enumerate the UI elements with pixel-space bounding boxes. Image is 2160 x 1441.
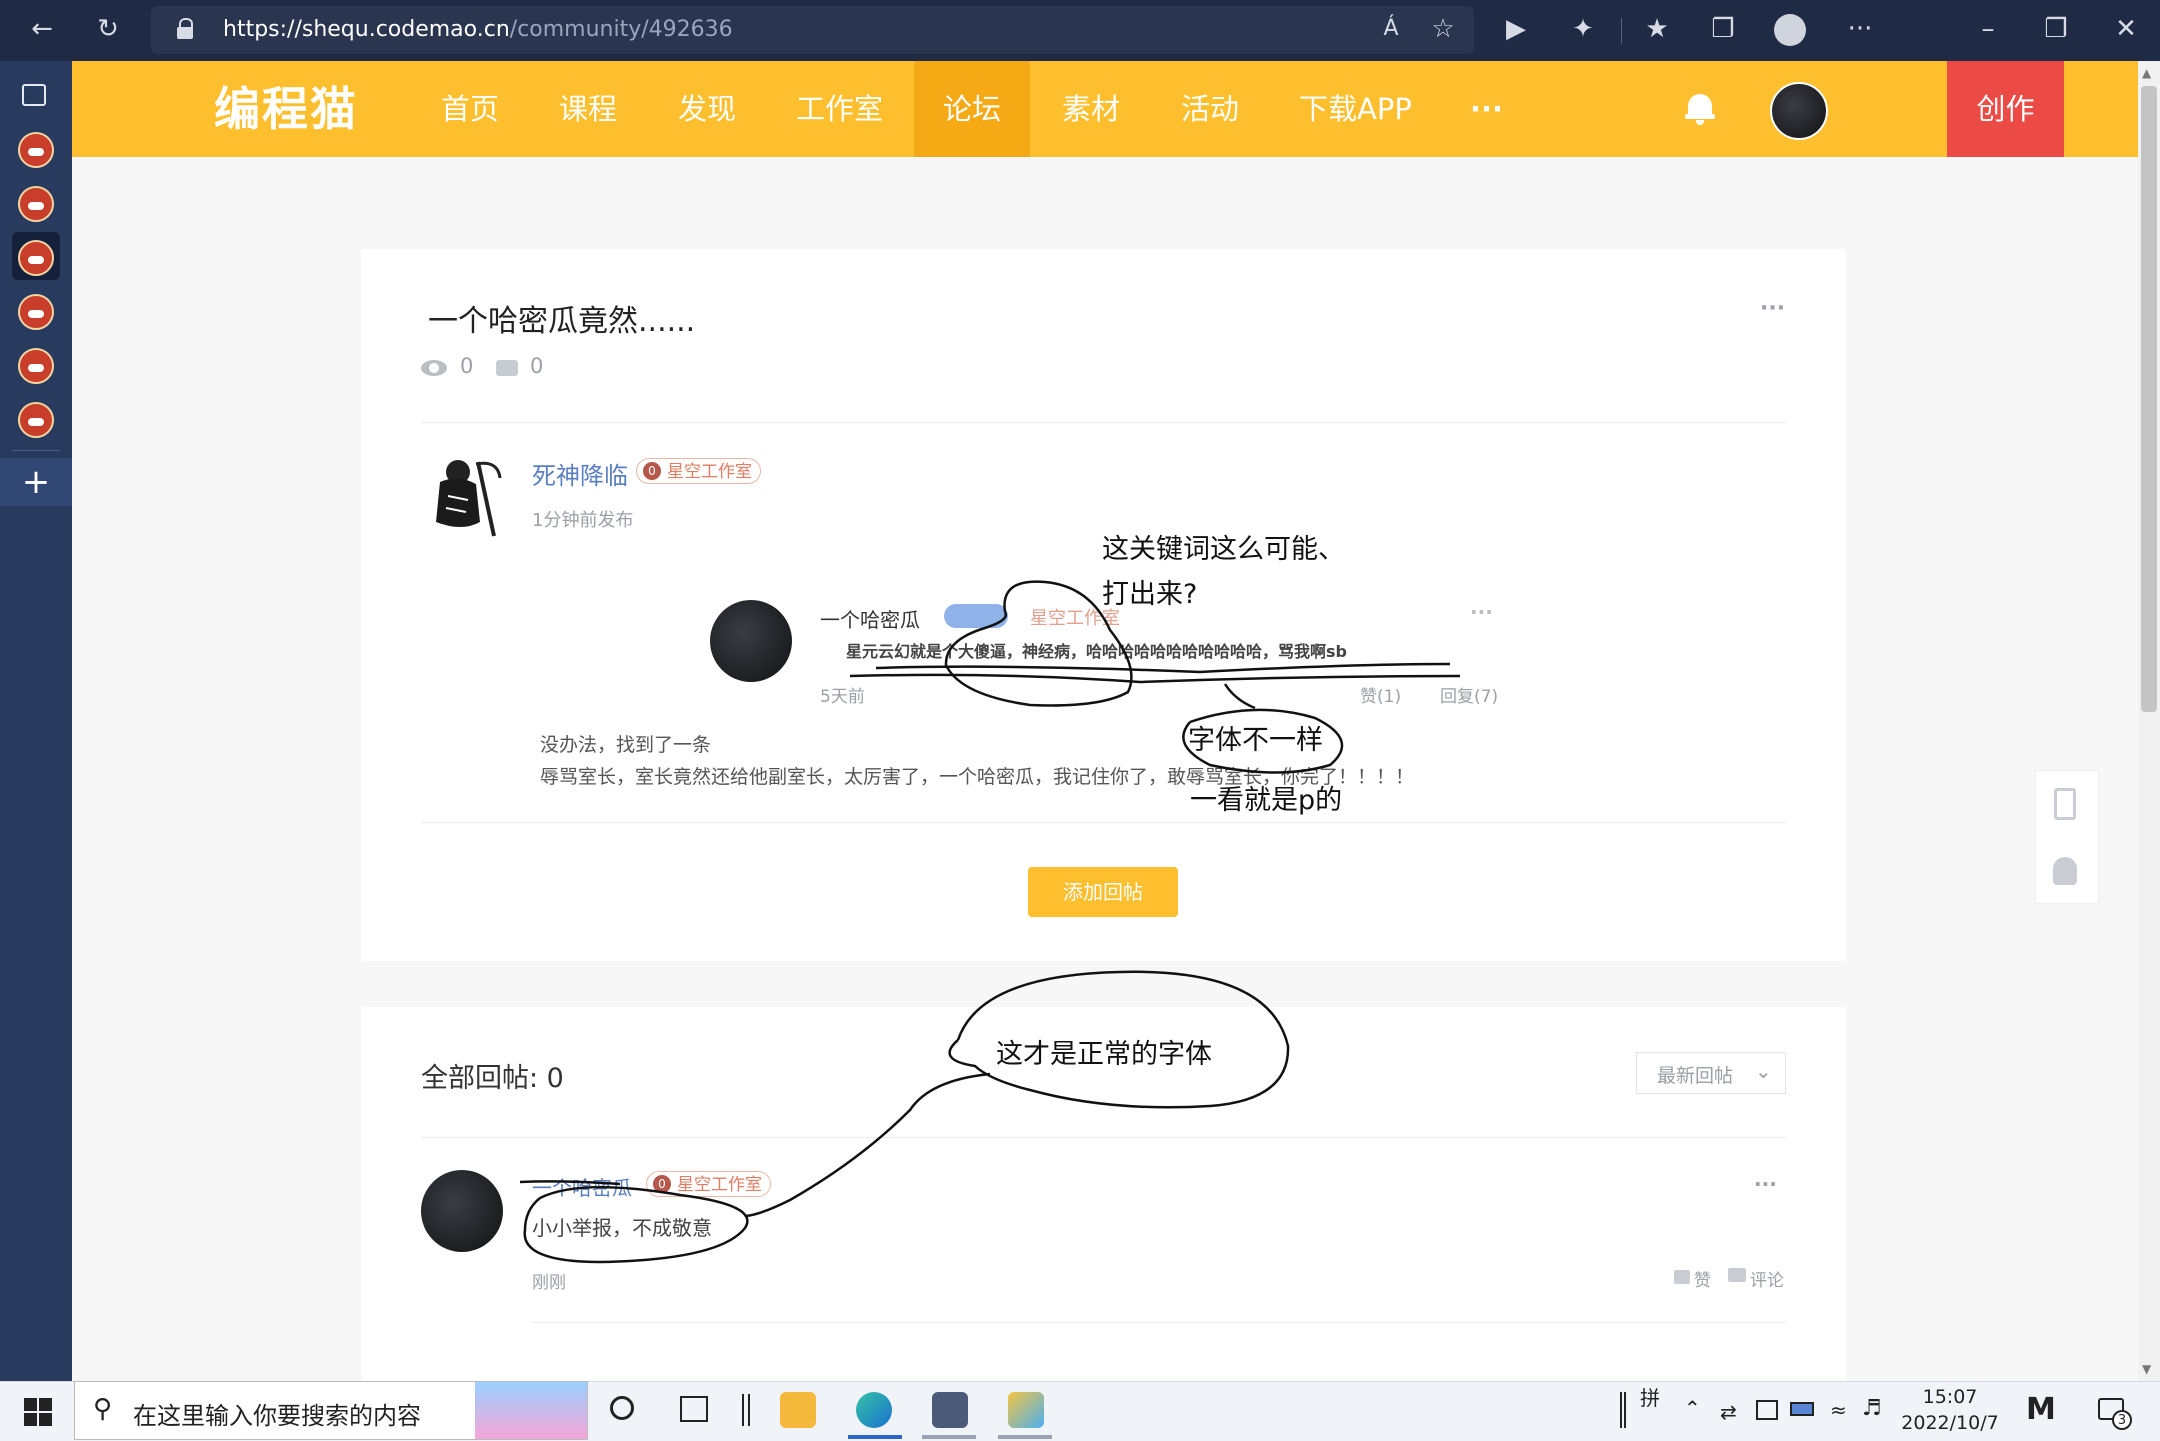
cortana-icon[interactable] (610, 1396, 634, 1420)
file-explorer-icon[interactable] (780, 1392, 816, 1428)
tray-overflow-icon[interactable]: ⌃ (1684, 1396, 1701, 1420)
edge-active-indicator (848, 1435, 902, 1439)
annotation-2: 字体不一样 (1188, 725, 1323, 756)
annotation-4: 这才是正常的字体 (996, 1039, 1212, 1070)
calculator-icon[interactable] (932, 1392, 968, 1428)
annotation-1-line1: 这关键词这么可能、 (1102, 534, 1345, 565)
clock-time[interactable]: 15:07 (1904, 1386, 1996, 1408)
edge-icon[interactable] (856, 1392, 892, 1428)
volume-icon[interactable]: ♬ (1862, 1396, 1882, 1421)
search-icon: ⚲ (93, 1394, 113, 1424)
wifi-icon[interactable]: ≈ (1830, 1398, 1847, 1422)
clock-date[interactable]: 2022/10/7 (1900, 1412, 2000, 1434)
paint-icon[interactable] (1008, 1392, 1044, 1428)
ime-indicator[interactable]: 拼 (1640, 1382, 1660, 1411)
search-highlight-image (475, 1382, 587, 1439)
taskbar-search-box[interactable]: ⚲ 在这里输入你要搜索的内容 (74, 1381, 588, 1440)
windows-start-icon[interactable] (24, 1398, 52, 1426)
taskbar-app-divider-icon (742, 1394, 750, 1426)
search-placeholder: 在这里输入你要搜索的内容 (133, 1402, 421, 1430)
tray-settings-icon[interactable]: ⇄ (1720, 1400, 1737, 1424)
annotation-3: 一看就是p的 (1190, 785, 1343, 816)
notification-count-badge: 3 (2112, 1410, 2132, 1430)
tray-divider (1620, 1392, 1626, 1428)
annotation-1-line2: 打出来? (1102, 579, 1198, 610)
battery-icon[interactable] (1790, 1402, 1814, 1416)
calculator-running-indicator (922, 1435, 976, 1439)
task-view-icon[interactable] (680, 1396, 708, 1422)
annotation-strokes (519, 580, 1461, 1264)
notion-icon[interactable]: M (2026, 1392, 2056, 1427)
tray-app-icon[interactable] (1756, 1400, 1778, 1420)
paint-running-indicator (998, 1435, 1052, 1439)
